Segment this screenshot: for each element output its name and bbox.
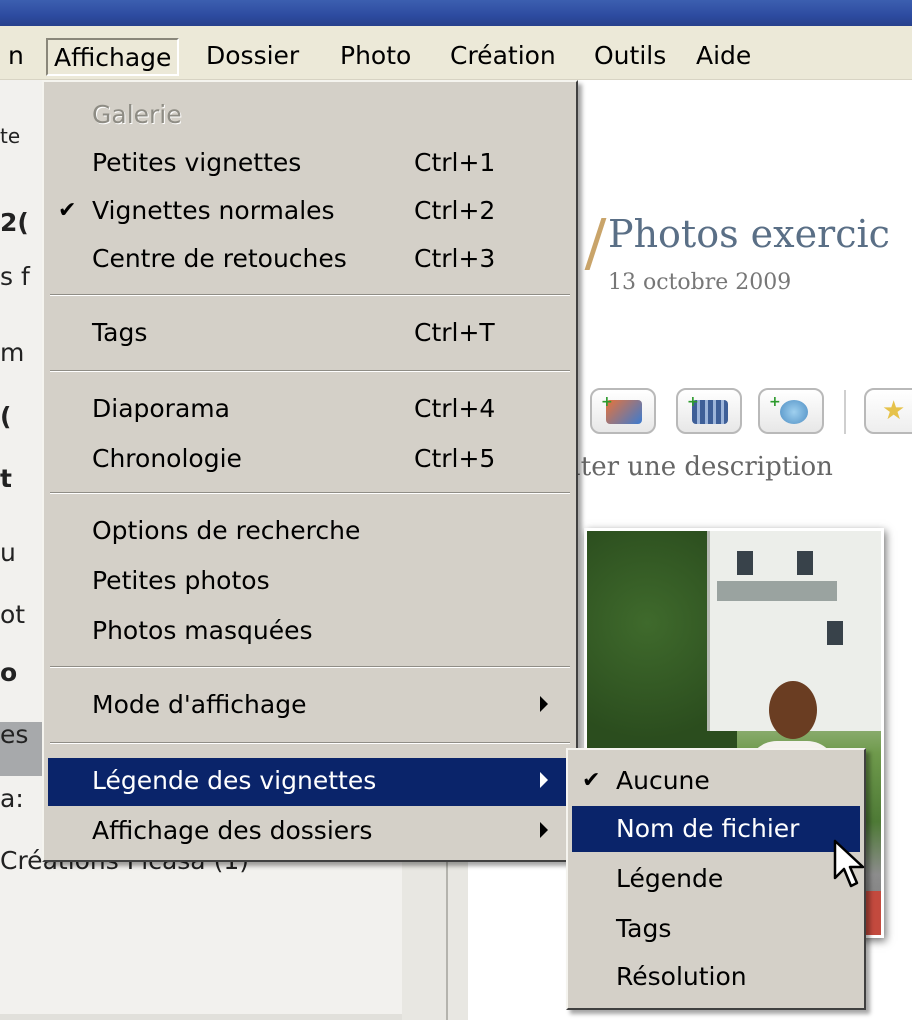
photo-porch	[717, 581, 837, 601]
panel-fragment: a:	[0, 784, 24, 813]
menu-item-label: Galerie	[92, 100, 182, 129]
menu-item-legende-des-vignettes[interactable]: Légende des vignettes	[48, 758, 572, 806]
add-description-link[interactable]: uter une description	[564, 452, 833, 482]
menu-item-petites-vignettes[interactable]: Petites vignettes Ctrl+1	[44, 140, 576, 188]
menu-item-shortcut: Ctrl+2	[414, 196, 496, 225]
submenu-item-label: Légende	[616, 864, 724, 893]
menu-item-mode-d-affichage[interactable]: Mode d'affichage	[44, 682, 576, 730]
panel-fragment: u	[0, 538, 16, 567]
menu-item-diaporama[interactable]: Diaporama Ctrl+4	[44, 386, 576, 434]
menu-item-shortcut: Ctrl+1	[414, 148, 496, 177]
add-web-icon	[780, 400, 808, 424]
menu-item-label: Vignettes normales	[92, 196, 335, 225]
menu-item-chronologie[interactable]: Chronologie Ctrl+5	[44, 436, 576, 484]
star-icon: ★	[882, 396, 906, 426]
menu-photo[interactable]: Photo	[334, 38, 417, 76]
menu-item-tags[interactable]: Tags Ctrl+T	[44, 310, 576, 358]
panel-fragment: t	[0, 464, 12, 493]
submenu-item-label: Nom de fichier	[616, 814, 800, 843]
menu-separator	[50, 742, 570, 744]
panel-fragment: s f	[0, 262, 30, 291]
check-icon: ✔	[582, 768, 601, 793]
menu-separator	[50, 666, 570, 668]
menu-affichage[interactable]: Affichage	[46, 38, 180, 76]
menu-item-label: Photos masquées	[92, 616, 313, 645]
affichage-dropdown: Galerie Petites vignettes Ctrl+1 ✔ Vigne…	[42, 80, 578, 862]
panel-fragment: es	[0, 720, 29, 749]
menu-item-galerie: Galerie	[44, 92, 576, 140]
album-title[interactable]: Photos exercic	[608, 212, 890, 256]
submenu-item-label: Tags	[616, 914, 672, 943]
menu-item-label: Petites vignettes	[92, 148, 302, 177]
menu-item-label: Chronologie	[92, 444, 242, 473]
submenu-item-nom-de-fichier[interactable]: Nom de fichier	[572, 806, 860, 852]
cursor-pointer-icon	[833, 839, 865, 888]
menu-item-shortcut: Ctrl+T	[414, 318, 495, 347]
panel-fragment: m	[0, 338, 25, 367]
window-titlebar	[0, 0, 912, 26]
menu-item-shortcut: Ctrl+4	[414, 394, 496, 423]
menu-separator	[50, 294, 570, 296]
plus-icon: +	[687, 394, 699, 410]
submenu-item-label: Résolution	[616, 962, 747, 991]
menu-item-label: Centre de retouches	[92, 244, 347, 273]
album-date: 13 octobre 2009	[608, 270, 792, 295]
plus-icon: +	[769, 394, 781, 410]
add-photo-button[interactable]: +	[590, 388, 656, 434]
panel-fragment: (	[0, 402, 12, 431]
submenu-item-tags[interactable]: Tags	[568, 906, 864, 952]
menu-item-vignettes-normales[interactable]: ✔ Vignettes normales Ctrl+2	[44, 188, 576, 236]
panel-fragment: o	[0, 658, 18, 687]
menu-dossier[interactable]: Dossier	[200, 38, 305, 76]
photo-window	[737, 551, 753, 575]
submenu-item-aucune[interactable]: ✔ Aucune	[568, 758, 864, 804]
menu-item-options-de-recherche[interactable]: Options de recherche	[44, 508, 576, 556]
menu-creation[interactable]: Création	[444, 38, 562, 76]
toolbar-separator	[844, 390, 846, 434]
menu-item-label: Diaporama	[92, 394, 230, 423]
menu-item-centre-de-retouches[interactable]: Centre de retouches Ctrl+3	[44, 236, 576, 284]
menu-item-shortcut: Ctrl+5	[414, 444, 496, 473]
submenu-arrow-icon	[540, 772, 548, 788]
panel-fragment: ot	[0, 600, 26, 629]
menu-fragment[interactable]: n	[2, 38, 30, 76]
plus-icon: +	[601, 394, 613, 410]
menu-outils[interactable]: Outils	[588, 38, 672, 76]
menu-item-label: Options de recherche	[92, 516, 361, 545]
star-button[interactable]: ★	[864, 388, 912, 434]
submenu-item-label: Aucune	[616, 766, 710, 795]
menu-item-shortcut: Ctrl+3	[414, 244, 496, 273]
menu-separator	[50, 492, 570, 494]
photo-window	[827, 621, 843, 645]
submenu-arrow-icon	[540, 822, 548, 838]
menu-item-label: Mode d'affichage	[92, 690, 307, 719]
check-icon: ✔	[58, 198, 77, 223]
menu-item-label: Petites photos	[92, 566, 270, 595]
menu-separator	[50, 370, 570, 372]
submenu-arrow-icon	[540, 696, 548, 712]
photo-person-head	[769, 681, 817, 739]
panel-fragment: te	[0, 124, 21, 148]
add-movie-button[interactable]: +	[676, 388, 742, 434]
submenu-item-resolution[interactable]: Résolution	[568, 954, 864, 1000]
legende-submenu: ✔ Aucune Nom de fichier Légende Tags Rés…	[566, 748, 866, 1010]
menu-item-photos-masquees[interactable]: Photos masquées	[44, 608, 576, 656]
menu-item-affichage-des-dossiers[interactable]: Affichage des dossiers	[44, 808, 576, 856]
photo-window	[797, 551, 813, 575]
menu-item-label: Affichage des dossiers	[92, 816, 373, 845]
panel-bottom-border	[0, 1014, 402, 1020]
menu-item-label: Tags	[92, 318, 148, 347]
menu-aide[interactable]: Aide	[690, 38, 757, 76]
submenu-item-legende[interactable]: Légende	[568, 856, 864, 902]
menu-bar: n Affichage Dossier Photo Création Outil…	[0, 26, 912, 80]
add-web-button[interactable]: +	[758, 388, 824, 434]
menu-item-label: Légende des vignettes	[92, 766, 377, 795]
panel-fragment: 2(	[0, 208, 29, 237]
menu-item-petites-photos[interactable]: Petites photos	[44, 558, 576, 606]
